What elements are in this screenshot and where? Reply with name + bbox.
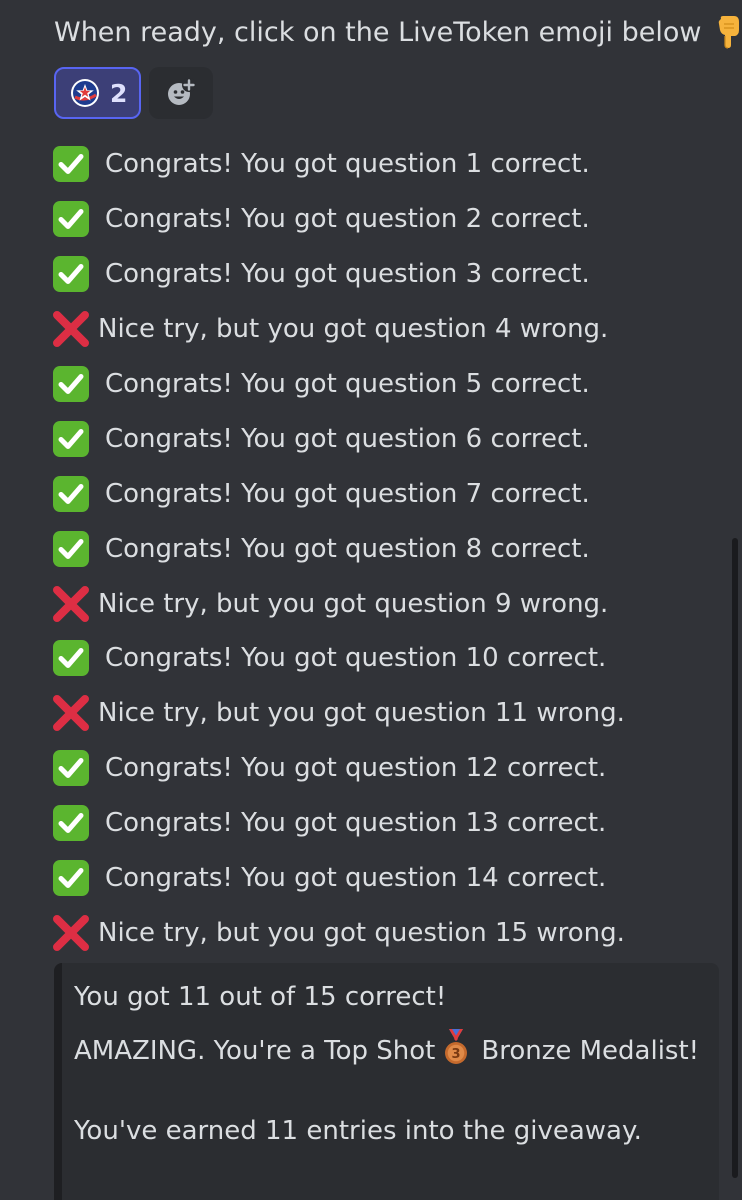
result-item: Congrats! You got question 3 correct. xyxy=(52,247,625,302)
intro-text: When ready, click on the LiveToken emoji… xyxy=(54,17,702,48)
result-item: Nice try, but you got question 9 wrong. xyxy=(52,576,625,631)
result-text: Congrats! You got question 8 correct. xyxy=(105,533,590,564)
check-mark-icon xyxy=(52,530,90,568)
cross-mark-icon xyxy=(52,310,90,348)
add-reaction-button[interactable] xyxy=(149,67,213,119)
result-item: Congrats! You got question 5 correct. xyxy=(52,357,625,412)
result-item: Congrats! You got question 7 correct. xyxy=(52,466,625,521)
result-text: Nice try, but you got question 15 wrong. xyxy=(98,917,625,948)
result-item: Congrats! You got question 2 correct. xyxy=(52,192,625,247)
check-mark-icon xyxy=(52,639,90,677)
add-reaction-icon xyxy=(165,77,197,109)
check-mark-icon xyxy=(52,420,90,458)
check-mark-icon xyxy=(52,255,90,293)
chat-view: When ready, click on the LiveToken emoji… xyxy=(0,0,742,1200)
result-text: Congrats! You got question 2 correct. xyxy=(105,204,590,235)
result-text: Congrats! You got question 14 correct. xyxy=(105,863,607,894)
result-item: Nice try, but you got question 11 wrong. xyxy=(52,686,625,741)
result-text: Congrats! You got question 5 correct. xyxy=(105,369,590,399)
score-text: You got 11 out of 15 correct! xyxy=(74,982,447,1012)
check-mark-icon xyxy=(52,749,90,787)
check-mark-icon xyxy=(52,365,90,403)
result-item: Congrats! You got question 8 correct. xyxy=(52,521,625,576)
reaction-count: 2 xyxy=(110,78,128,108)
result-text: Congrats! You got question 7 correct. xyxy=(105,478,590,509)
result-item: Nice try, but you got question 4 wrong. xyxy=(52,302,625,357)
medal-message: AMAZING. You're a Top Shot 3 Bronze Meda… xyxy=(74,1029,703,1071)
pointing-down-icon xyxy=(712,15,742,49)
livetoken-reaction-button[interactable]: 2 xyxy=(54,67,141,119)
scrollbar-thumb[interactable] xyxy=(732,538,738,1178)
result-text: Congrats! You got question 3 correct. xyxy=(105,259,590,290)
cross-mark-icon xyxy=(52,694,90,732)
result-item: Congrats! You got question 10 correct. xyxy=(52,631,625,686)
check-mark-icon xyxy=(52,200,90,238)
result-text: Nice try, but you got question 11 wrong. xyxy=(98,698,625,729)
svg-text:3: 3 xyxy=(452,1047,461,1062)
result-text: Nice try, but you got question 4 wrong. xyxy=(98,314,609,345)
result-text: Congrats! You got question 6 correct. xyxy=(105,423,590,454)
reactions-bar: 2 xyxy=(54,67,213,119)
summary-embed: You got 11 out of 15 correct! AMAZING. Y… xyxy=(54,963,719,1200)
entries-text: You've earned 11 entries into the giveaw… xyxy=(74,1116,642,1146)
result-text: Congrats! You got question 1 correct. xyxy=(105,149,590,180)
check-mark-icon xyxy=(52,475,90,513)
check-mark-icon xyxy=(52,145,90,183)
livetoken-icon xyxy=(70,78,100,108)
result-item: Nice try, but you got question 15 wrong. xyxy=(52,905,625,960)
medal-text-after: Bronze Medalist! xyxy=(481,1036,700,1066)
intro-message: When ready, click on the LiveToken emoji… xyxy=(54,14,742,52)
result-item: Congrats! You got question 14 correct. xyxy=(52,851,625,906)
result-item: Congrats! You got question 13 correct. xyxy=(52,796,625,851)
bronze-medal-icon: 3 xyxy=(441,1029,471,1067)
check-mark-icon xyxy=(52,859,90,897)
result-text: Nice try, but you got question 9 wrong. xyxy=(98,588,609,619)
result-item: Congrats! You got question 12 correct. xyxy=(52,741,625,796)
cross-mark-icon xyxy=(52,914,90,952)
result-text: Congrats! You got question 10 correct. xyxy=(105,643,607,674)
quiz-results-list: Congrats! You got question 1 correct. Con… xyxy=(52,137,625,960)
cross-mark-icon xyxy=(52,585,90,623)
result-text: Congrats! You got question 12 correct. xyxy=(105,753,607,784)
result-text: Congrats! You got question 13 correct. xyxy=(105,808,607,839)
result-item: Congrats! You got question 1 correct. xyxy=(52,137,625,192)
check-mark-icon xyxy=(52,804,90,842)
result-item: Congrats! You got question 6 correct. xyxy=(52,411,625,466)
medal-text-before: AMAZING. You're a Top Shot xyxy=(74,1036,436,1066)
